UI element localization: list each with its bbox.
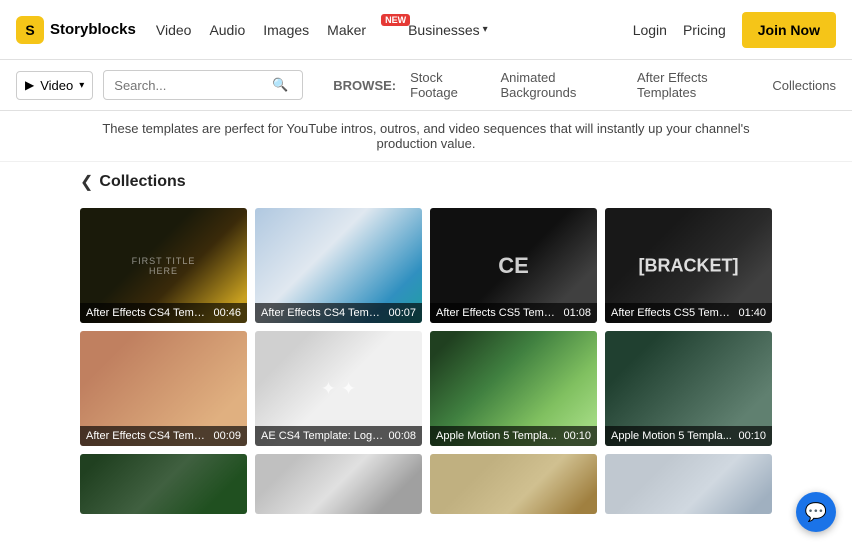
nav-images[interactable]: Images xyxy=(263,22,309,38)
card-duration: 00:09 xyxy=(213,430,241,442)
card-footer: AE CS4 Template: Logo ... 00:08 xyxy=(255,426,422,446)
browse-after-effects[interactable]: After Effects Templates xyxy=(637,70,758,100)
card-title: Apple Motion 5 Templa... xyxy=(611,430,734,442)
description-bar: These templates are perfect for YouTube … xyxy=(0,111,852,162)
browse-label: BROWSE: xyxy=(333,78,396,93)
partial-video-card-2[interactable] xyxy=(430,454,597,514)
card-duration: 00:08 xyxy=(388,430,416,442)
header: S Storyblocks Video Audio Images Maker N… xyxy=(0,0,852,60)
card-footer: After Effects CS5 Templa... 01:08 xyxy=(430,303,597,323)
card-title: After Effects CS5 Templa... xyxy=(611,307,734,319)
back-arrow-icon[interactable]: ❮ xyxy=(80,172,93,192)
video-card-0[interactable]: FIRST TITLE HERE After Effects CS4 Templa… xyxy=(80,208,247,323)
partial-video-card-0[interactable] xyxy=(80,454,247,514)
card-title: AE CS4 Template: Logo ... xyxy=(261,430,384,442)
nav-businesses[interactable]: Businesses ▾ xyxy=(408,22,488,38)
video-card-2[interactable]: CE After Effects CS5 Templa... 01:08 xyxy=(430,208,597,323)
search-bar: ▶ Video ▾ 🔍 BROWSE: Stock Footage Animat… xyxy=(0,60,852,111)
card-footer: After Effects CS4 Templa... 00:09 xyxy=(80,426,247,446)
card-title: After Effects CS4 Templa... xyxy=(261,307,384,319)
dropdown-arrow-icon: ▾ xyxy=(483,24,488,35)
video-card-4[interactable]: After Effects CS4 Templa... 00:09 xyxy=(80,331,247,446)
video-card-1[interactable]: After Effects CS4 Templa... 00:07 xyxy=(255,208,422,323)
thumb-overlay-text: ✦ ✦ xyxy=(321,378,356,399)
logo-text: Storyblocks xyxy=(50,21,136,38)
collections-header: ❮ Collections xyxy=(80,172,772,192)
video-grid-bottom xyxy=(0,446,852,514)
video-card-5[interactable]: ✦ ✦ AE CS4 Template: Logo ... 00:08 xyxy=(255,331,422,446)
video-grid: FIRST TITLE HERE After Effects CS4 Templa… xyxy=(0,208,852,446)
thumb-overlay-text: CE xyxy=(498,253,529,279)
search-type-label: Video xyxy=(40,78,73,93)
card-title: After Effects CS4 Templa... xyxy=(86,307,209,319)
card-duration: 00:07 xyxy=(388,307,416,319)
logo-icon: S xyxy=(16,16,44,44)
video-card-6[interactable]: Apple Motion 5 Templa... 00:10 xyxy=(430,331,597,446)
nav-audio[interactable]: Audio xyxy=(209,22,245,38)
header-right: Login Pricing Join Now xyxy=(633,12,836,48)
browse-section: BROWSE: Stock Footage Animated Backgroun… xyxy=(333,70,836,100)
card-title: Apple Motion 5 Templa... xyxy=(436,430,559,442)
video-icon: ▶ xyxy=(25,78,34,92)
thumb-overlay-text: FIRST TITLE HERE xyxy=(122,256,206,276)
logo[interactable]: S Storyblocks xyxy=(16,16,136,44)
thumb-overlay-text: [BRACKET] xyxy=(639,255,739,276)
card-title: After Effects CS5 Templa... xyxy=(436,307,559,319)
search-input-wrap: 🔍 xyxy=(103,70,303,100)
collections-section: ❮ Collections xyxy=(0,162,852,208)
chat-bubble[interactable]: 💬 xyxy=(796,492,836,532)
partial-video-card-3[interactable] xyxy=(605,454,772,514)
card-title: After Effects CS4 Templa... xyxy=(86,430,209,442)
card-footer: After Effects CS5 Templa... 01:40 xyxy=(605,303,772,323)
login-link[interactable]: Login xyxy=(633,22,667,38)
card-duration: 01:08 xyxy=(563,307,591,319)
pricing-link[interactable]: Pricing xyxy=(683,22,726,38)
join-now-button[interactable]: Join Now xyxy=(742,12,836,48)
card-duration: 01:40 xyxy=(738,307,766,319)
card-duration: 00:10 xyxy=(738,430,766,442)
dropdown-chevron-icon: ▾ xyxy=(79,80,84,91)
search-type-select[interactable]: ▶ Video ▾ xyxy=(16,71,93,100)
browse-collections[interactable]: Collections xyxy=(772,78,836,93)
search-icon[interactable]: 🔍 xyxy=(272,77,288,93)
card-footer: After Effects CS4 Templa... 00:46 xyxy=(80,303,247,323)
new-badge: NEW xyxy=(381,14,410,26)
nav-video[interactable]: Video xyxy=(156,22,192,38)
video-card-3[interactable]: [BRACKET] After Effects CS5 Templa... 01:4… xyxy=(605,208,772,323)
card-footer: Apple Motion 5 Templa... 00:10 xyxy=(605,426,772,446)
card-footer: Apple Motion 5 Templa... 00:10 xyxy=(430,426,597,446)
browse-animated-backgrounds[interactable]: Animated Backgrounds xyxy=(501,70,624,100)
browse-stock-footage[interactable]: Stock Footage xyxy=(410,70,486,100)
search-input[interactable] xyxy=(114,78,264,93)
card-duration: 00:10 xyxy=(563,430,591,442)
description-text: These templates are perfect for YouTube … xyxy=(102,121,749,151)
video-card-7[interactable]: Apple Motion 5 Templa... 00:10 xyxy=(605,331,772,446)
card-footer: After Effects CS4 Templa... 00:07 xyxy=(255,303,422,323)
card-duration: 00:46 xyxy=(213,307,241,319)
collections-title: Collections xyxy=(99,173,185,191)
nav: Video Audio Images Maker NEW Businesses … xyxy=(156,22,633,38)
chat-icon: 💬 xyxy=(805,502,827,523)
nav-maker[interactable]: Maker NEW xyxy=(327,22,390,38)
partial-video-card-1[interactable] xyxy=(255,454,422,514)
